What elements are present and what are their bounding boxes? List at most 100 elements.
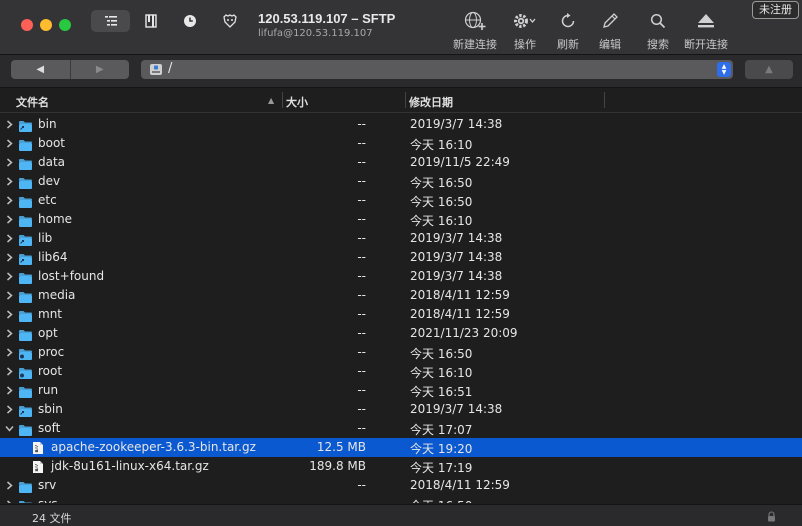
search-icon — [650, 13, 666, 29]
table-row[interactable]: data -- 2019/11/5 22:49 — [0, 153, 802, 172]
file-size: 189.8 MB — [309, 459, 366, 473]
chevron-right-icon[interactable] — [4, 480, 14, 491]
close-window-button[interactable] — [21, 19, 33, 31]
chevron-right-icon[interactable] — [4, 176, 14, 187]
chevron-right-icon[interactable] — [4, 366, 14, 377]
file-list: bin -- 2019/3/7 14:38 boot -- 今天 16:10 data -- 2… — [0, 115, 802, 503]
table-row[interactable]: soft -- 今天 17:07 — [0, 419, 802, 438]
path-dropdown-chevron-icon[interactable]: ▲ ▼ — [717, 62, 731, 77]
file-modified: 今天 16:10 — [410, 214, 473, 228]
table-row[interactable]: sys -- 今天 16:50 — [0, 495, 802, 503]
chevron-right-icon[interactable] — [4, 195, 14, 206]
chevron-right-icon[interactable] — [4, 252, 14, 263]
file-name: dev — [38, 174, 61, 188]
table-row[interactable]: media -- 2018/4/11 12:59 — [0, 286, 802, 305]
history-button[interactable] — [179, 10, 201, 32]
bookmarks-button[interactable] — [140, 10, 162, 32]
file-name: srv — [38, 478, 57, 492]
bookmark-icon — [145, 14, 157, 28]
chevron-right-icon[interactable] — [4, 328, 14, 339]
outline-view-icon — [104, 16, 117, 26]
file-modified: 2018/4/11 12:59 — [410, 478, 510, 492]
chevron-right-icon[interactable] — [4, 138, 14, 149]
column-separator[interactable] — [604, 92, 605, 108]
table-row[interactable]: lib -- 2019/3/7 14:38 — [0, 229, 802, 248]
table-row[interactable]: jdk-8u161-linux-x64.tar.gz 189.8 MB 今天 17:… — [0, 457, 802, 476]
chevron-right-icon[interactable] — [4, 290, 14, 301]
back-button[interactable]: ◀ — [11, 60, 70, 79]
zoom-window-button[interactable] — [59, 19, 71, 31]
table-row[interactable]: opt -- 2021/11/23 20:09 — [0, 324, 802, 343]
file-name: bin — [38, 117, 57, 131]
table-row[interactable]: apache-zookeeper-3.6.3-bin.tar.gz 12.5 MB… — [0, 438, 802, 457]
table-row[interactable]: proc -- 今天 16:50 — [0, 343, 802, 362]
folder-icon — [18, 498, 33, 503]
table-row[interactable]: etc -- 今天 16:50 — [0, 191, 802, 210]
sort-ascending-icon: ▲ — [268, 96, 275, 105]
table-row[interactable]: srv -- 2018/4/11 12:59 — [0, 476, 802, 495]
file-modified: 2018/4/11 12:59 — [410, 307, 510, 321]
chevron-right-icon[interactable] — [4, 499, 14, 503]
file-name: lib64 — [38, 250, 68, 264]
column-separator[interactable] — [405, 92, 406, 108]
chevron-right-icon[interactable] — [4, 214, 14, 225]
column-header-modified[interactable]: 修改日期 — [409, 94, 453, 110]
chevron-right-icon[interactable] — [4, 385, 14, 396]
bonjour-icon — [223, 14, 237, 28]
chevron-right-icon[interactable] — [4, 404, 14, 415]
file-size: -- — [357, 136, 366, 150]
lock-icon — [768, 511, 775, 522]
column-separator[interactable] — [282, 92, 283, 108]
table-row[interactable]: root -- 今天 16:10 — [0, 362, 802, 381]
new-connection-button[interactable]: 新建连接 — [447, 10, 503, 51]
disconnect-button[interactable]: 断开连接 — [678, 10, 734, 51]
edit-icon — [603, 13, 618, 28]
outline-view-button[interactable] — [91, 10, 130, 32]
file-modified: 今天 17:19 — [410, 461, 473, 475]
file-modified: 2019/3/7 14:38 — [410, 269, 503, 283]
column-header: 文件名 ▲ 大小 修改日期 — [0, 88, 802, 113]
minimize-window-button[interactable] — [40, 19, 52, 31]
chevron-down-icon[interactable] — [4, 423, 14, 434]
file-modified: 2019/3/7 14:38 — [410, 250, 503, 264]
file-name: proc — [38, 345, 65, 359]
file-size: -- — [357, 174, 366, 188]
chevron-right-icon[interactable] — [4, 309, 14, 320]
file-count: 24 文件 — [32, 512, 72, 525]
table-row[interactable]: dev -- 今天 16:50 — [0, 172, 802, 191]
file-name: sys — [38, 497, 58, 503]
table-row[interactable]: mnt -- 2018/4/11 12:59 — [0, 305, 802, 324]
parent-folder-button[interactable]: ▲ — [745, 60, 793, 79]
current-path: / — [168, 61, 173, 76]
file-size: -- — [357, 231, 366, 245]
table-row[interactable]: lib64 -- 2019/3/7 14:38 — [0, 248, 802, 267]
column-header-size[interactable]: 大小 — [286, 94, 308, 110]
gear-icon — [514, 14, 536, 28]
chevron-right-icon[interactable] — [4, 157, 14, 168]
column-header-name[interactable]: 文件名 — [16, 94, 49, 110]
unregistered-badge[interactable]: 未注册 — [752, 1, 799, 19]
table-row[interactable]: lost+found -- 2019/3/7 14:38 — [0, 267, 802, 286]
window-title: 120.53.119.107 – SFTP — [258, 11, 396, 26]
table-row[interactable]: boot -- 今天 16:10 — [0, 134, 802, 153]
chevron-right-icon[interactable] — [4, 347, 14, 358]
chevron-right-icon[interactable] — [4, 271, 14, 282]
path-select[interactable]: / ▲ ▼ — [141, 60, 733, 79]
file-name: soft — [38, 421, 61, 435]
disconnect-label: 断开连接 — [684, 38, 728, 51]
table-row[interactable]: sbin -- 2019/3/7 14:38 — [0, 400, 802, 419]
file-name: lost+found — [38, 269, 105, 283]
table-row[interactable]: bin -- 2019/3/7 14:38 — [0, 115, 802, 134]
file-size: -- — [357, 497, 366, 503]
file-name: sbin — [38, 402, 63, 416]
file-modified: 今天 16:50 — [410, 347, 473, 361]
chevron-right-icon[interactable] — [4, 233, 14, 244]
file-name: root — [38, 364, 63, 378]
file-size: -- — [357, 288, 366, 302]
forward-button[interactable]: ▶ — [71, 60, 130, 79]
bonjour-button[interactable] — [219, 10, 241, 32]
table-row[interactable]: home -- 今天 16:10 — [0, 210, 802, 229]
chevron-right-icon[interactable] — [4, 119, 14, 130]
file-modified: 今天 16:10 — [410, 366, 473, 380]
table-row[interactable]: run -- 今天 16:51 — [0, 381, 802, 400]
